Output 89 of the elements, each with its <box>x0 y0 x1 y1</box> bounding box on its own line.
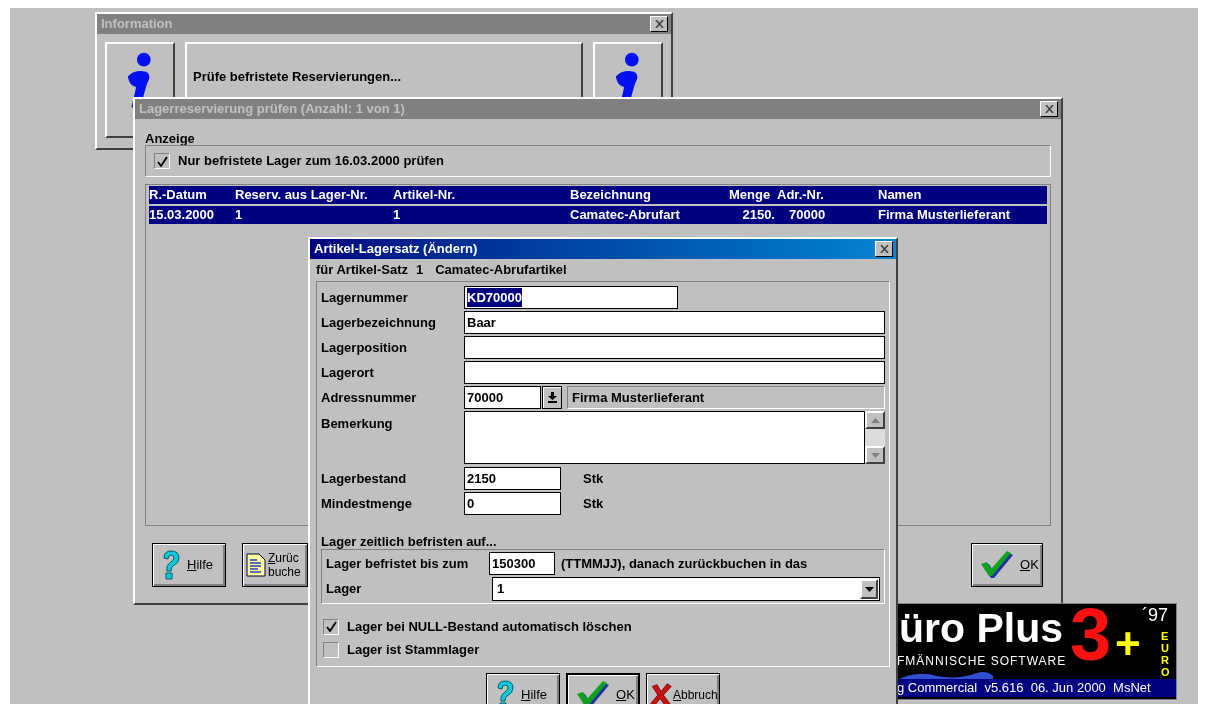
field-label: Lagerbezeichnung <box>321 313 437 332</box>
column-header: Reserv. aus Lager-Nr. <box>235 186 369 205</box>
column-header: Menge <box>729 186 772 205</box>
field-label: Lagerposition <box>321 338 408 357</box>
section-label: Lager zeitlich befristen auf... <box>321 534 497 549</box>
field-label: Lager befristet bis zum <box>326 554 470 573</box>
table-row[interactable]: 15.03.2000 1 1 Camatec-Abrufart 2150. 70000 Firma Musterlieferant <box>149 206 1047 224</box>
message-text: Prüfe befristete Reservierungen... <box>193 69 402 84</box>
question-mark-icon <box>161 550 181 580</box>
checkbox-label: Nur befristete Lager zum 16.03.2000 prüfen <box>178 152 444 171</box>
section-label: Anzeige <box>145 131 195 146</box>
window-title: Lagerreservierung prüfen (Anzahl: 1 von 1) <box>139 100 405 119</box>
memo-field[interactable] <box>464 411 865 464</box>
ok-button[interactable]: OK <box>971 543 1043 587</box>
cancel-button[interactable]: Abbruch <box>646 673 720 704</box>
checkbox[interactable] <box>323 641 339 658</box>
help-button[interactable]: Hilfe <box>152 543 226 587</box>
input-field[interactable]: 150300 <box>489 552 555 575</box>
close-icon <box>879 245 889 253</box>
down-arrow-icon <box>870 452 880 458</box>
checkbox[interactable] <box>323 618 339 635</box>
table-cell-text: 1 <box>393 206 402 225</box>
logo-year: ´97 <box>1142 606 1168 624</box>
column-header: Artikel-Nr. <box>393 186 457 205</box>
window-title: Artikel-Lagersatz (Ändern) <box>314 240 478 259</box>
scroll-down-button[interactable] <box>865 446 885 464</box>
logo-plus: + <box>1115 622 1141 666</box>
help-button[interactable]: Hilfe <box>486 673 560 704</box>
column-header: Bezeichnung <box>570 186 652 205</box>
field-label: Mindestmenge <box>321 494 413 513</box>
close-button[interactable] <box>1040 101 1058 117</box>
field-label: Bemerkung <box>321 415 394 433</box>
input-field[interactable] <box>464 361 885 384</box>
close-icon <box>654 20 664 28</box>
record-number: 1 <box>416 261 424 280</box>
question-mark-icon <box>495 680 515 704</box>
field-label: Lagernummer <box>321 288 409 307</box>
column-header: R.-Datum <box>149 186 208 205</box>
table-cell-text: 70000 <box>788 206 827 225</box>
down-arrow-icon <box>864 586 874 592</box>
close-button[interactable] <box>875 241 893 257</box>
input-field[interactable]: 2150 <box>464 467 561 490</box>
hint-text: (TTMMJJ), danach zurückbuchen in das <box>561 554 808 573</box>
scroll-up-button[interactable] <box>865 411 885 429</box>
checkbox[interactable] <box>154 153 170 169</box>
down-arrow-icon <box>547 392 557 403</box>
combo-box[interactable]: 1 <box>492 577 880 601</box>
check-icon <box>156 155 168 167</box>
status-text: g Commercial v5.616 06. Jun 2000 MsNet <box>897 679 1151 698</box>
column-header: Adr.-Nr. <box>777 186 825 205</box>
input-field[interactable]: Baar <box>464 311 885 334</box>
record-label: für Artikel-Satz <box>316 261 408 280</box>
field-label: Lagerort <box>321 363 375 382</box>
table-cell-text: 15.03.2000 <box>149 206 216 225</box>
check-mark-icon <box>576 681 610 704</box>
check-mark-icon <box>980 551 1014 579</box>
document-icon <box>246 553 266 577</box>
cross-icon <box>650 683 672 704</box>
input-field[interactable]: 0 <box>464 492 561 515</box>
input-field[interactable]: 70000 <box>464 386 541 409</box>
unit-label: Stk <box>583 469 604 488</box>
table-cell-text: 2150. <box>741 206 776 225</box>
field-label: Lager <box>326 580 363 599</box>
checkbox-label: Lager bei NULL-Bestand automatisch löschen <box>347 617 632 636</box>
table-cell-text: Camatec-Abrufart <box>570 206 681 225</box>
dropdown-button[interactable] <box>542 386 562 409</box>
field-label: Lagerbestand <box>321 469 408 488</box>
input-field[interactable]: KD70000 <box>464 286 678 309</box>
logo-tagline: FMÄNNISCHE SOFTWARE <box>897 653 1067 670</box>
book-button[interactable]: Zurüc buche <box>242 543 308 587</box>
unit-label: Stk <box>583 494 604 513</box>
logo-number: 3 <box>1070 604 1112 672</box>
ok-button[interactable]: OK <box>566 673 640 704</box>
scrollbar[interactable] <box>865 411 885 464</box>
up-arrow-icon <box>870 417 880 423</box>
close-button[interactable] <box>650 16 668 32</box>
check-icon <box>325 621 337 632</box>
column-header: Namen <box>878 186 923 205</box>
logo-text: üro Plus <box>899 608 1064 649</box>
window-title: Information <box>101 15 173 34</box>
close-icon <box>1044 105 1054 113</box>
lookup-display: Firma Musterlieferant <box>567 386 885 409</box>
field-label: Adressnummer <box>321 388 418 407</box>
input-field[interactable] <box>464 336 885 359</box>
record-name: Camatec-Abrufartikel <box>435 261 567 280</box>
checkbox-label: Lager ist Stammlager <box>347 640 480 659</box>
table-cell-text: 1 <box>235 206 244 225</box>
logo-currency: EURO <box>1161 630 1171 679</box>
table-cell-text: Firma Musterlieferant <box>878 206 1012 225</box>
